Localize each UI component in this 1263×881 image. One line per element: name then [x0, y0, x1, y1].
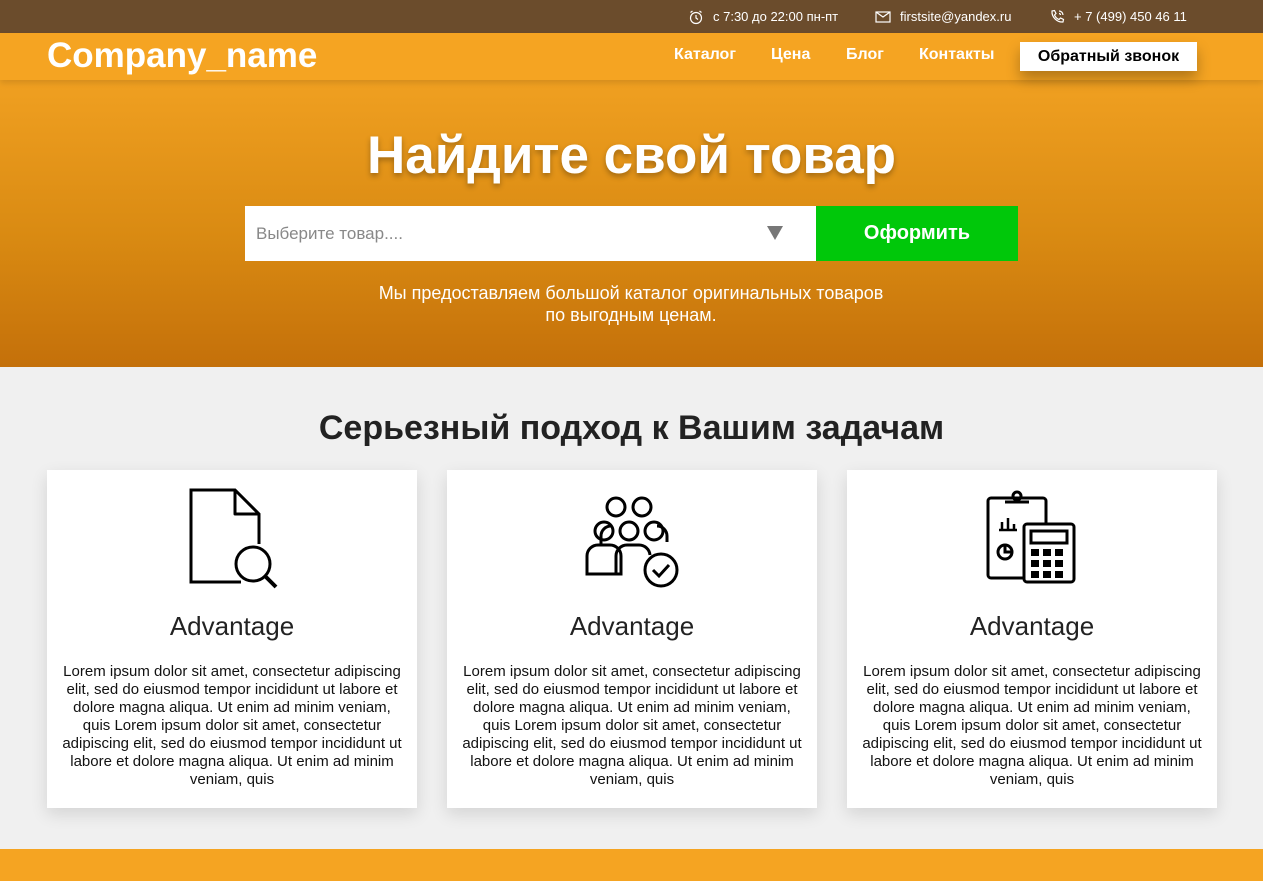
hero-title: Найдите свой товар	[366, 126, 897, 185]
hero-subtitle: Мы предоставляем большой каталог оригина…	[378, 283, 884, 325]
advantages-title: Серьезный подход к Вашим задачам	[318, 409, 945, 447]
clipboard-calculator-icon	[986, 490, 1076, 584]
advantage-title: Advantage	[969, 611, 1095, 641]
clock-icon	[689, 10, 703, 24]
phone-text: + 7 (499) 450 46 11	[1074, 9, 1187, 24]
dropdown-arrow-icon[interactable]	[766, 225, 784, 241]
envelope-icon	[875, 10, 891, 23]
footer-strip	[0, 849, 1263, 881]
team-check-icon	[585, 496, 679, 588]
phone-link[interactable]: + 7 (499) 450 46 11	[1049, 0, 1187, 33]
advantage-card: Advantage Lorem ipsum dolor sit amet, co…	[447, 470, 817, 808]
advantage-title: Advantage	[569, 611, 695, 641]
nav-item-contacts[interactable]: Контакты	[919, 46, 994, 64]
document-search-icon	[189, 488, 278, 589]
working-hours-text: с 7:30 до 22:00 пн-пт	[713, 9, 839, 24]
callback-button[interactable]: Обратный звонок	[1020, 42, 1197, 71]
working-hours: с 7:30 до 22:00 пн-пт	[688, 0, 838, 33]
advantage-text: Lorem ipsum dolor sit amet, consectetur …	[862, 663, 1202, 788]
nav-item-blog[interactable]: Блог	[846, 46, 884, 64]
top-info-bar: с 7:30 до 22:00 пн-пт firstsite@yandex.r…	[0, 0, 1263, 33]
product-select-placeholder: Выберите товар....	[256, 224, 403, 243]
advantage-text: Lorem ipsum dolor sit amet, consectetur …	[62, 663, 402, 788]
main-header: Company_name Каталог Цена Блог Контакты …	[0, 33, 1263, 80]
advantage-card: Advantage Lorem ipsum dolor sit amet, co…	[847, 470, 1217, 808]
submit-order-button[interactable]: Оформить	[816, 206, 1018, 261]
advantage-text: Lorem ipsum dolor sit amet, consectetur …	[462, 663, 802, 788]
email-text: firstsite@yandex.ru	[900, 9, 1012, 24]
nav-item-price[interactable]: Цена	[771, 46, 810, 64]
product-select[interactable]: Выберите товар....	[245, 206, 816, 261]
hero-section: Найдите свой товар Выберите товар.... Оф…	[0, 80, 1263, 367]
phone-icon	[1051, 9, 1065, 23]
company-logo[interactable]: Company_name	[47, 36, 317, 76]
nav-item-catalog[interactable]: Каталог	[674, 46, 736, 64]
email-link[interactable]: firstsite@yandex.ru	[875, 0, 1011, 33]
advantage-card: Advantage Lorem ipsum dolor sit amet, co…	[47, 470, 417, 808]
advantage-title: Advantage	[169, 611, 295, 641]
